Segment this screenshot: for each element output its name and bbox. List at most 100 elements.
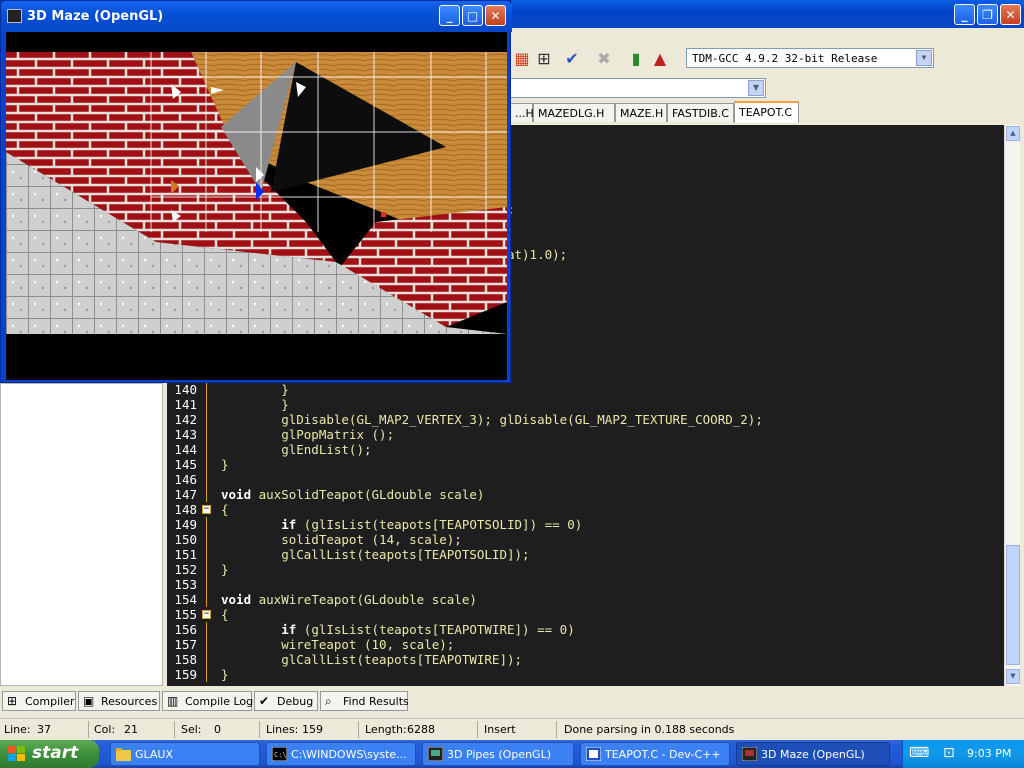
tab-find-results[interactable]: ⌕ Find Results: [320, 691, 409, 711]
fold-guide: [206, 577, 207, 592]
screensaver-icon: [428, 747, 443, 761]
chevron-down-icon[interactable]: ▼: [748, 80, 764, 96]
fold-guide: [206, 547, 207, 562]
maze-window[interactable]: 3D Maze (OpenGL) _ □ ✕: [0, 0, 512, 383]
line-number: 145: [174, 457, 197, 472]
lines-value: 159: [302, 723, 323, 736]
code-line[interactable]: 147 void auxSolidTeapot(GLdouble scale): [167, 487, 1002, 502]
tab-compiler[interactable]: ⊞ Compiler: [2, 691, 76, 711]
close-button[interactable]: ✕: [485, 5, 506, 26]
check-icon[interactable]: ✔: [562, 49, 582, 69]
network-icon[interactable]: ⊡: [943, 745, 955, 761]
tab-fastdib[interactable]: FASTDIB.C: [667, 103, 734, 122]
code-line[interactable]: 150 solidTeapot (14, scale);: [167, 532, 1002, 547]
line-number: 152: [174, 562, 197, 577]
restore-button[interactable]: ❐: [977, 4, 998, 25]
maze-viewport[interactable]: [6, 32, 507, 380]
grid-icon: ⊞: [7, 694, 18, 708]
tab-mazedlg[interactable]: MAZEDLG.H: [533, 103, 615, 122]
compiler-select[interactable]: TDM-GCC 4.9.2 32-bit Release ▼: [686, 48, 934, 68]
tab-debug[interactable]: ✔ Debug: [254, 691, 318, 711]
minimize-button[interactable]: _: [439, 5, 460, 26]
code-line[interactable]: 141 }: [167, 397, 1002, 412]
task-devcpp[interactable]: TEAPOT.C - Dev-C++: [580, 742, 730, 766]
maze-title: 3D Maze (OpenGL): [27, 9, 164, 24]
task-console[interactable]: C:\ C:\WINDOWS\syste...: [266, 742, 416, 766]
tab-resources[interactable]: ▣ Resources: [78, 691, 160, 711]
code-line[interactable]: 145}: [167, 457, 1002, 472]
start-button[interactable]: start: [0, 740, 99, 768]
code-line[interactable]: 152}: [167, 562, 1002, 577]
cancel-icon[interactable]: ✖: [594, 49, 614, 69]
keyword: void: [221, 487, 252, 502]
scroll-thumb[interactable]: [1006, 545, 1020, 665]
folder-icon: [116, 748, 131, 761]
find-icon: ⌕: [325, 694, 332, 708]
line-number: 142: [174, 412, 197, 427]
tab-h[interactable]: ...H: [510, 103, 534, 122]
tab-compile-log[interactable]: ▥ Compile Log: [162, 691, 253, 711]
line-label: Line:: [4, 723, 31, 736]
code-line[interactable]: 149 if (glIsList(teapots[TEAPOTSOLID]) =…: [167, 517, 1002, 532]
code-line[interactable]: 159}: [167, 667, 1002, 682]
check-icon: ✔: [259, 694, 270, 708]
divider: [88, 721, 89, 738]
app-icon: [7, 9, 22, 23]
clock[interactable]: 9:03 PM: [967, 747, 1011, 760]
line-number: 159: [174, 667, 197, 682]
code-line[interactable]: 158 glCallList(teapots[TEAPOTWIRE]);: [167, 652, 1002, 667]
code-line[interactable]: 146: [167, 472, 1002, 487]
code-line[interactable]: 148− {: [167, 502, 1002, 517]
system-tray: ⌨ ⊡ 9:03 PM: [902, 740, 1024, 768]
task-glaux[interactable]: GLAUX: [110, 742, 260, 766]
length-value: 6288: [407, 723, 435, 736]
line-number: 151: [174, 547, 197, 562]
scroll-up-icon[interactable]: ▲: [1006, 126, 1020, 141]
length-label: Length:: [365, 723, 407, 736]
line-value: 37: [37, 723, 51, 736]
task-3d-pipes[interactable]: 3D Pipes (OpenGL): [422, 742, 574, 766]
resources-icon: ▣: [83, 694, 95, 708]
code-line[interactable]: 144 glEndList();: [167, 442, 1002, 457]
code-line[interactable]: 140 }: [167, 382, 1002, 397]
chart-icon[interactable]: ▮: [626, 49, 646, 69]
divider: [477, 721, 478, 738]
code-text: glCallList(teapots[TEAPOTWIRE]);: [221, 652, 523, 667]
col-label: Col:: [94, 723, 116, 736]
insert-mode: Insert: [484, 723, 516, 736]
divider: [358, 721, 359, 738]
line-number: 143: [174, 427, 197, 442]
windows-logo-icon: [8, 746, 25, 761]
fold-toggle-icon[interactable]: −: [202, 610, 211, 619]
fold-guide: [206, 532, 207, 547]
close-button[interactable]: ✕: [1000, 4, 1021, 25]
function-select[interactable]: ▼: [510, 78, 766, 98]
fold-toggle-icon[interactable]: −: [202, 505, 211, 514]
code-line[interactable]: 153: [167, 577, 1002, 592]
profile-icon[interactable]: ▲: [650, 49, 670, 69]
keyboard-icon[interactable]: ⌨: [909, 745, 929, 761]
task-3d-maze[interactable]: 3D Maze (OpenGL): [736, 742, 890, 766]
project-icon[interactable]: ▦: [512, 49, 532, 69]
code-line[interactable]: 156 if (glIsList(teapots[TEAPOTWIRE]) ==…: [167, 622, 1002, 637]
vertical-scrollbar[interactable]: ▲ ▼: [1004, 125, 1020, 686]
code-line[interactable]: 155− {: [167, 607, 1002, 622]
grid-icon[interactable]: ⊞: [534, 49, 554, 69]
code-line[interactable]: 154 void auxWireTeapot(GLdouble scale): [167, 592, 1002, 607]
project-browser[interactable]: [0, 383, 163, 686]
code-line[interactable]: 151 glCallList(teapots[TEAPOTSOLID]);: [167, 547, 1002, 562]
maze-titlebar[interactable]: 3D Maze (OpenGL) _ □ ✕: [1, 1, 512, 32]
tab-maze[interactable]: MAZE.H: [615, 103, 667, 122]
code-text: }: [221, 562, 229, 577]
code-line[interactable]: 143 glPopMatrix ();: [167, 427, 1002, 442]
tab-teapot[interactable]: TEAPOT.C: [734, 101, 799, 123]
maximize-button[interactable]: □: [462, 5, 483, 26]
code-line[interactable]: 157 wireTeapot (10, scale);: [167, 637, 1002, 652]
chevron-down-icon[interactable]: ▼: [916, 50, 932, 66]
lines-label: Lines:: [266, 723, 299, 736]
chart-icon: ▥: [167, 694, 179, 708]
minimize-button[interactable]: _: [954, 4, 975, 25]
code-text: }: [221, 667, 229, 682]
scroll-down-icon[interactable]: ▼: [1006, 669, 1020, 684]
code-line[interactable]: 142 glDisable(GL_MAP2_VERTEX_3); glDisab…: [167, 412, 1002, 427]
